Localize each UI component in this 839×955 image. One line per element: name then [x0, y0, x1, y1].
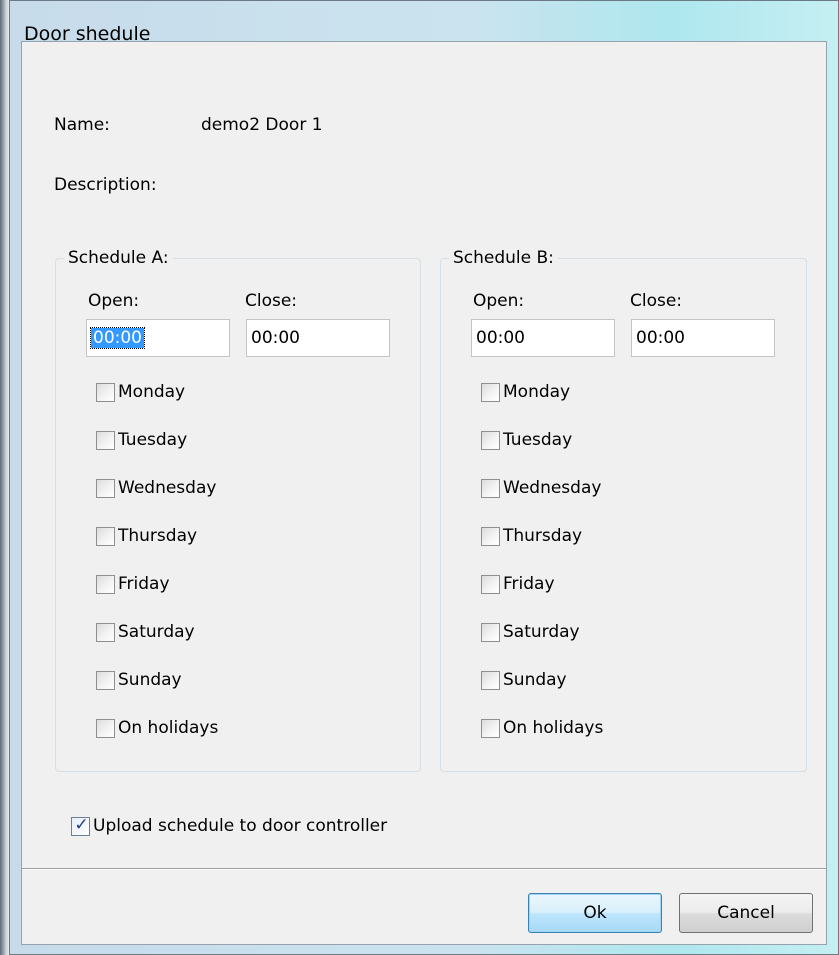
checkbox[interactable] — [96, 718, 115, 738]
description-label: Description: — [54, 175, 157, 195]
upload-schedule-checkbox[interactable]: ✓ — [71, 814, 90, 836]
checkbox[interactable] — [96, 430, 115, 450]
checkbox-label: Wednesday — [503, 478, 602, 498]
schedule-a-open-value: 00:00 — [90, 327, 145, 349]
schedule-b-close-label: Close: — [630, 291, 683, 311]
upload-schedule-label: Upload schedule to door controller — [93, 816, 388, 836]
schedule-b-day-thursday[interactable]: Thursday — [481, 524, 582, 548]
checkbox[interactable] — [96, 526, 115, 546]
checkbox[interactable] — [481, 430, 500, 450]
checkbox[interactable] — [481, 622, 500, 642]
door-schedule-dialog: Door shedule Name: demo2 Door 1 Descript… — [9, 0, 839, 955]
checkmark-icon: ✓ — [74, 814, 89, 835]
schedule-a-day-tuesday[interactable]: Tuesday — [96, 428, 187, 452]
schedule-a-day-sunday[interactable]: Sunday — [96, 668, 182, 692]
checkbox[interactable] — [96, 478, 115, 498]
schedule-b-open-label: Open: — [473, 291, 525, 311]
checkbox[interactable] — [481, 478, 500, 498]
schedule-a-day-friday[interactable]: Friday — [96, 572, 170, 596]
dialog-content: Name: demo2 Door 1 Description: Schedule… — [21, 41, 827, 945]
checkbox[interactable] — [96, 622, 115, 642]
schedule-b-day-holidays[interactable]: On holidays — [481, 716, 603, 740]
schedule-a-group: Schedule A: Open: Close: 00:00 00:00 Mon… — [55, 248, 421, 772]
checkbox[interactable] — [481, 718, 500, 738]
footer-separator — [22, 868, 826, 869]
checkbox-label: Tuesday — [503, 430, 573, 450]
schedule-b-day-tuesday[interactable]: Tuesday — [481, 428, 572, 452]
schedule-b-close-input[interactable]: 00:00 — [631, 319, 775, 357]
schedule-b-day-wednesday[interactable]: Wednesday — [481, 476, 601, 500]
schedule-b-title: Schedule B: — [449, 248, 558, 268]
name-label: Name: — [54, 115, 110, 135]
checkbox[interactable] — [96, 382, 115, 402]
background-window-edge — [0, 0, 9, 955]
schedule-a-day-monday[interactable]: Monday — [96, 380, 185, 404]
checkbox-label: On holidays — [118, 718, 219, 738]
checkbox-label: Friday — [503, 574, 555, 594]
checkbox-label: Monday — [503, 382, 571, 402]
schedule-b-open-input[interactable]: 00:00 — [471, 319, 615, 357]
checkbox-label: Thursday — [503, 526, 583, 546]
checkbox[interactable] — [481, 670, 500, 690]
cancel-button[interactable]: Cancel — [679, 893, 813, 933]
checkbox-label: Tuesday — [118, 430, 188, 450]
schedule-b-day-saturday[interactable]: Saturday — [481, 620, 580, 644]
checkbox[interactable] — [481, 574, 500, 594]
checkbox-label: Thursday — [118, 526, 198, 546]
checkbox-label: Wednesday — [118, 478, 217, 498]
schedule-b-day-friday[interactable]: Friday — [481, 572, 555, 596]
checkbox[interactable] — [96, 670, 115, 690]
upload-schedule-checkbox-row[interactable]: ✓ Upload schedule to door controller — [71, 814, 387, 838]
checkbox-label: Friday — [118, 574, 170, 594]
ok-button[interactable]: Ok — [528, 893, 662, 933]
checkbox-label: Monday — [118, 382, 186, 402]
checkbox[interactable] — [481, 526, 500, 546]
schedule-b-day-monday[interactable]: Monday — [481, 380, 570, 404]
checkbox-label: On holidays — [503, 718, 604, 738]
checkbox[interactable] — [96, 574, 115, 594]
schedule-a-close-label: Close: — [245, 291, 298, 311]
schedule-b-group: Schedule B: Open: Close: 00:00 00:00 Mon… — [440, 248, 807, 772]
schedule-b-close-value: 00:00 — [636, 328, 685, 348]
schedule-a-title: Schedule A: — [64, 248, 173, 268]
schedule-a-open-input[interactable]: 00:00 — [86, 319, 230, 357]
schedule-a-day-wednesday[interactable]: Wednesday — [96, 476, 216, 500]
schedule-a-close-input[interactable]: 00:00 — [246, 319, 390, 357]
checkbox-label: Saturday — [503, 622, 580, 642]
name-value: demo2 Door 1 — [201, 115, 323, 135]
schedule-a-day-saturday[interactable]: Saturday — [96, 620, 195, 644]
schedule-b-day-sunday[interactable]: Sunday — [481, 668, 567, 692]
checkbox[interactable] — [481, 382, 500, 402]
checkbox-label: Sunday — [118, 670, 182, 690]
schedule-a-day-thursday[interactable]: Thursday — [96, 524, 197, 548]
schedule-a-open-label: Open: — [88, 291, 140, 311]
schedule-b-open-value: 00:00 — [476, 328, 525, 348]
schedule-a-close-value: 00:00 — [251, 328, 300, 348]
title-bar[interactable]: Door shedule — [10, 1, 838, 45]
schedule-a-day-holidays[interactable]: On holidays — [96, 716, 218, 740]
checkbox-label: Saturday — [118, 622, 195, 642]
checkbox-label: Sunday — [503, 670, 567, 690]
